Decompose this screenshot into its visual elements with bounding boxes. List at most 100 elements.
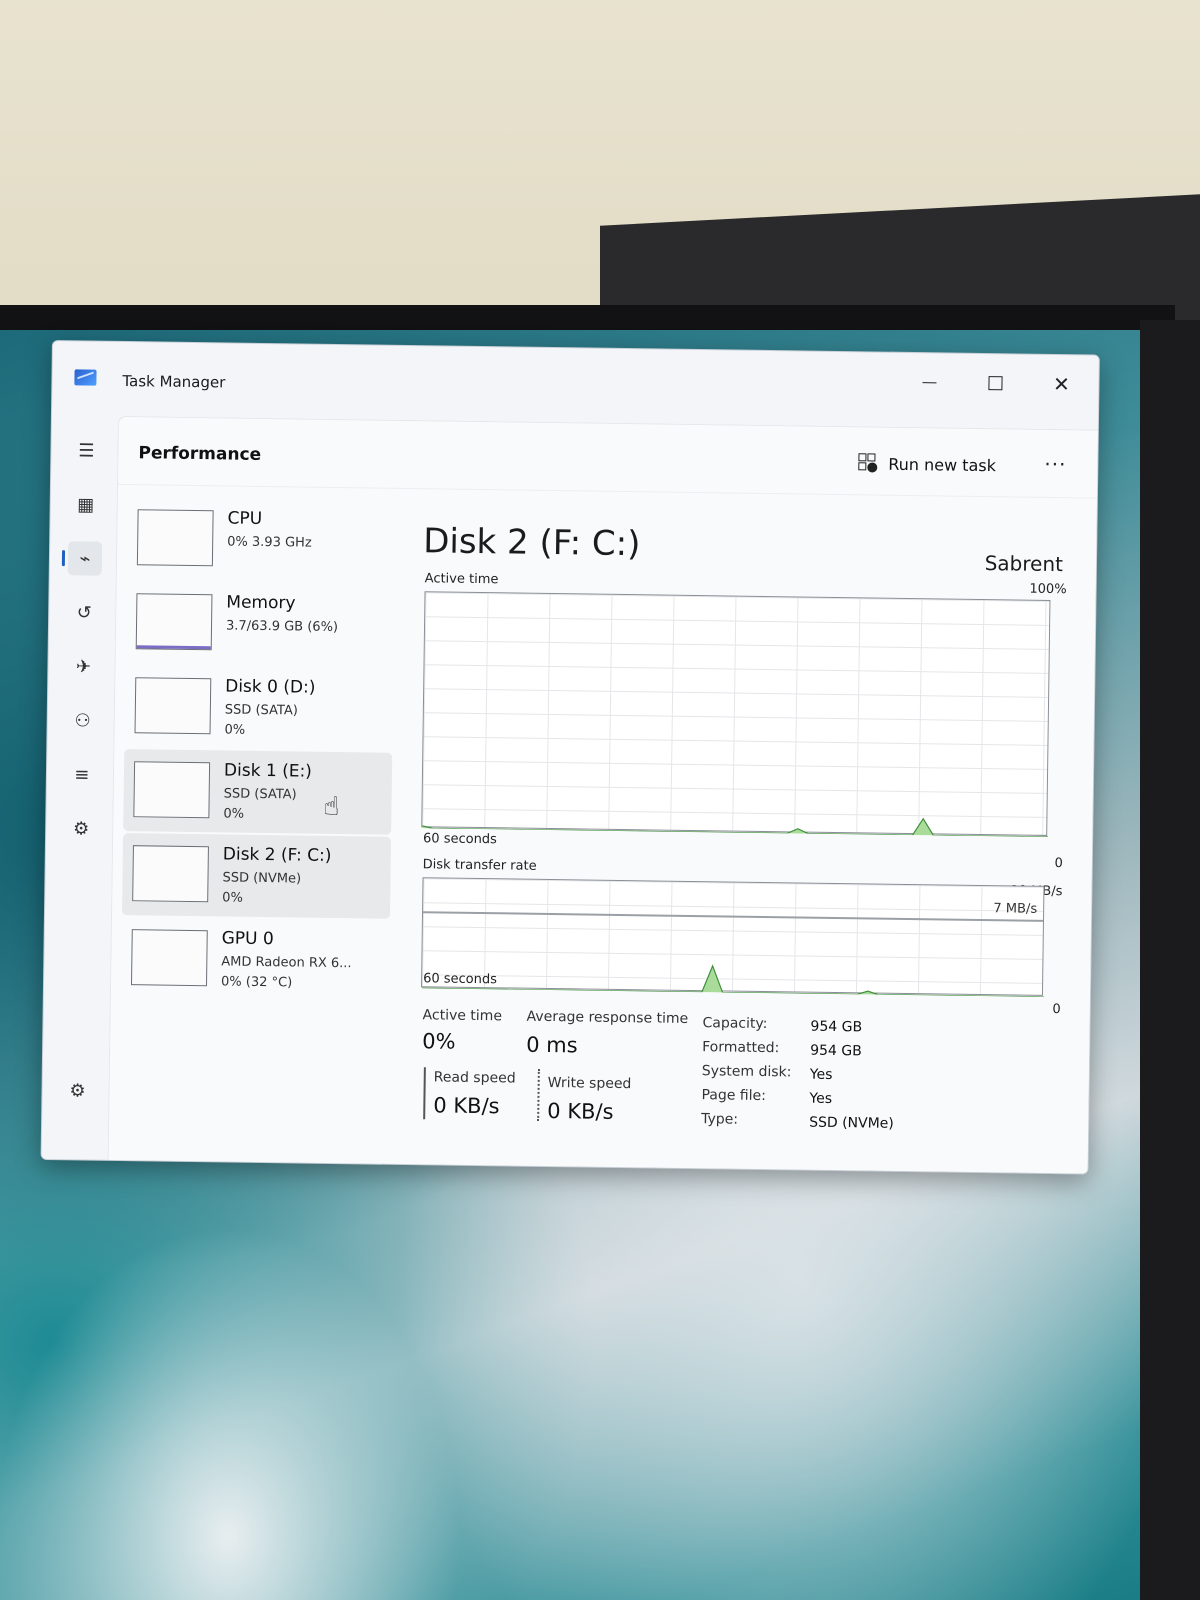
cpu-thumbnail-graph [136, 509, 214, 567]
active-time-stat-label: Active time [422, 1007, 503, 1025]
close-button[interactable]: ✕ [1036, 367, 1086, 402]
active-time-min-label: 0 [1054, 856, 1063, 872]
capacity-key: Capacity: [702, 1015, 768, 1033]
startup-apps-icon: ✈ [75, 655, 92, 678]
device-name: Disk 2 (F: C:) [222, 844, 332, 866]
transfer-rate-graph: 7 MB/s [420, 877, 1045, 997]
write-speed-label: Write speed [547, 1074, 632, 1093]
system-disk-value: Yes [809, 1066, 833, 1083]
close-icon: ✕ [1052, 371, 1071, 397]
write-speed-value: 0 KB/s [547, 1098, 614, 1124]
nav-users[interactable]: ⚇ [65, 703, 99, 737]
minimize-icon [922, 381, 937, 383]
device-name: CPU [227, 508, 263, 529]
nav-services[interactable]: ⚙ [64, 811, 98, 845]
task-manager-window: Task Manager ✕ ☰ ▦ ⌁ ↺ ✈ ⚇ ≡ ⚙ ⚙ Perform… [40, 340, 1100, 1175]
transfer-rate-min-label: 0 [1052, 1002, 1061, 1018]
disk-2-thumbnail-graph [132, 845, 209, 903]
more-options-icon[interactable]: ··· [1044, 452, 1066, 476]
settings-button[interactable]: ⚙ [60, 1073, 94, 1107]
title-bar[interactable]: Task Manager ✕ [52, 341, 1099, 428]
nav-details[interactable]: ≡ [65, 757, 99, 791]
device-item-gpu-0[interactable]: GPU 0 AMD Radeon RX 6... 0% (32 °C) [121, 917, 390, 1003]
write-speed-indicator [537, 1068, 540, 1121]
device-item-disk-1[interactable]: Disk 1 (E:) SSD (SATA) 0% ☝ [123, 749, 393, 835]
memory-thumbnail-graph [135, 593, 213, 651]
device-type: SSD (SATA) [224, 702, 298, 719]
device-item-disk-0[interactable]: Disk 0 (D:) SSD (SATA) 0% [124, 665, 393, 751]
device-detail: 0% 3.93 GHz [227, 534, 312, 551]
nav-performance[interactable]: ⌁ [67, 541, 103, 576]
services-icon: ⚙ [72, 817, 90, 840]
system-disk-key: System disk: [701, 1063, 792, 1081]
transfer-rate-series-line [421, 964, 1044, 997]
run-new-task-button[interactable]: Run new task [858, 447, 996, 481]
device-item-disk-2[interactable]: Disk 2 (F: C:) SSD (NVMe) 0% [121, 833, 392, 919]
active-time-plot [422, 817, 1049, 837]
active-time-series-area [422, 818, 1049, 837]
type-key: Type: [701, 1111, 739, 1128]
device-usage: 0% [222, 890, 243, 906]
device-list: CPU 0% 3.93 GHz Memory 3.7/63.9 GB (6%) … [121, 497, 396, 1005]
avg-response-time-label: Average response time [526, 1008, 689, 1027]
active-time-window-label: 60 seconds [422, 831, 497, 848]
page-title: Performance [138, 443, 262, 465]
hamburger-menu-icon: ☰ [78, 439, 95, 462]
capacity-value: 954 GB [810, 1018, 863, 1036]
app-history-icon: ↺ [76, 601, 92, 624]
disk-properties: Capacity: 954 GB Formatted: 954 GB Syste… [701, 1015, 1023, 1149]
window-title: Task Manager [122, 371, 226, 392]
nav-app-history[interactable]: ↺ [67, 595, 101, 629]
active-time-graph-label: Active time [424, 571, 499, 588]
formatted-key: Formatted: [702, 1039, 780, 1057]
gpu-0-thumbnail-graph [130, 929, 208, 987]
active-time-graph [421, 591, 1051, 837]
device-usage: 0% (32 °C) [220, 974, 293, 991]
performance-icon: ⌁ [79, 547, 91, 570]
maximize-button[interactable] [970, 366, 1020, 401]
page-header: Performance Run new task ··· [117, 416, 1100, 499]
run-new-task-icon [858, 453, 878, 473]
type-value: SSD (NVMe) [809, 1114, 894, 1132]
page-file-value: Yes [809, 1090, 833, 1107]
disk-detail-panel: Disk 2 (F: C:) Sabrent Active time 100% … [415, 501, 1074, 1160]
minimize-button[interactable] [904, 365, 954, 400]
transfer-rate-plot [421, 964, 1044, 997]
transfer-rate-window-label: 60 seconds [423, 971, 498, 988]
active-time-stat-value: 0% [422, 1029, 456, 1054]
hamburger-menu-button[interactable]: ☰ [69, 433, 103, 467]
run-new-task-label: Run new task [888, 454, 997, 475]
transfer-rate-graph-label: Disk transfer rate [422, 857, 537, 874]
monitor-edge [1140, 320, 1200, 1600]
disk-0-thumbnail-graph [134, 677, 212, 735]
device-name: Disk 1 (E:) [223, 760, 313, 782]
read-speed-value: 0 KB/s [433, 1093, 500, 1119]
avg-response-time-value: 0 ms [526, 1032, 578, 1058]
nav-startup-apps[interactable]: ✈ [66, 649, 100, 683]
active-time-max-label: 100% [1029, 581, 1067, 598]
transfer-rate-series-area [421, 965, 1044, 997]
device-name: Disk 0 (D:) [225, 676, 316, 698]
processes-icon: ▦ [77, 493, 95, 516]
performance-page: Performance Run new task ··· CPU 0% 3.93… [107, 415, 1100, 1175]
device-detail: 3.7/63.9 GB (6%) [225, 618, 339, 636]
device-usage: 0% [224, 722, 246, 738]
device-type: SSD (NVMe) [222, 870, 302, 887]
maximize-icon [988, 376, 1003, 391]
read-speed-label: Read speed [433, 1069, 516, 1087]
formatted-value: 954 GB [810, 1042, 862, 1060]
read-speed-indicator [423, 1067, 426, 1120]
disk-model: Sabrent [984, 551, 1064, 577]
device-item-cpu[interactable]: CPU 0% 3.93 GHz [127, 497, 396, 583]
nav-processes[interactable]: ▦ [68, 487, 102, 521]
disk-title: Disk 2 (F: C:) [422, 521, 641, 565]
nav-rail: ☰ ▦ ⌁ ↺ ✈ ⚇ ≡ ⚙ ⚙ [42, 413, 116, 1162]
device-usage: 0% [223, 806, 245, 822]
device-model: AMD Radeon RX 6... [221, 954, 352, 972]
device-type: SSD (SATA) [223, 786, 297, 803]
users-icon: ⚇ [74, 709, 91, 732]
device-name: GPU 0 [221, 928, 274, 950]
settings-gear-icon: ⚙ [69, 1079, 86, 1102]
device-item-memory[interactable]: Memory 3.7/63.9 GB (6%) [125, 581, 394, 667]
task-manager-app-icon [74, 369, 97, 386]
